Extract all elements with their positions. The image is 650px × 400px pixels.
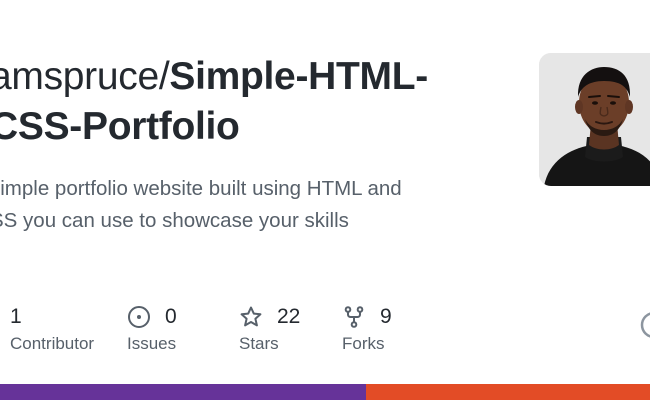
repo-owner[interactable]: amspruce/	[0, 55, 170, 98]
repo-name-continued[interactable]: CSS-Portfolio	[0, 105, 240, 148]
stat-issues[interactable]: 0 Issues	[127, 300, 177, 354]
stat-contributors[interactable]: 1 Contributor	[10, 300, 94, 354]
stat-stars[interactable]: 22 Stars	[239, 300, 300, 354]
owner-avatar[interactable]	[539, 53, 650, 186]
forks-count: 9	[380, 305, 392, 328]
language-segment-css	[0, 384, 366, 400]
language-segment-html	[365, 384, 650, 400]
contributors-label: Contributor	[10, 334, 95, 353]
issue-opened-icon	[127, 305, 151, 329]
repo-description-line-1: simple portfolio website built using HTM…	[0, 177, 402, 200]
repo-description-line-2: SS you can use to showcase your skills	[0, 209, 349, 232]
forks-label: Forks	[342, 334, 385, 353]
language-bar	[0, 384, 650, 400]
issues-count: 0	[165, 305, 177, 328]
user-avatar-icon	[539, 53, 650, 186]
stat-forks[interactable]: 9 Forks	[342, 300, 392, 354]
stars-label: Stars	[239, 334, 279, 353]
issues-label: Issues	[127, 334, 177, 353]
repo-description: simple portfolio website built using HTM…	[0, 173, 470, 237]
repo-social-card: amspruce/Simple-HTML- CSS-Portfolio simp…	[0, 0, 650, 400]
star-icon	[239, 305, 263, 329]
contributors-count: 1	[10, 305, 22, 328]
github-mark-icon	[640, 311, 650, 339]
repo-forked-icon	[342, 305, 366, 329]
stars-count: 22	[277, 305, 301, 328]
repo-name[interactable]: Simple-HTML-	[169, 55, 428, 98]
repo-title[interactable]: amspruce/Simple-HTML- CSS-Portfolio	[0, 52, 490, 152]
